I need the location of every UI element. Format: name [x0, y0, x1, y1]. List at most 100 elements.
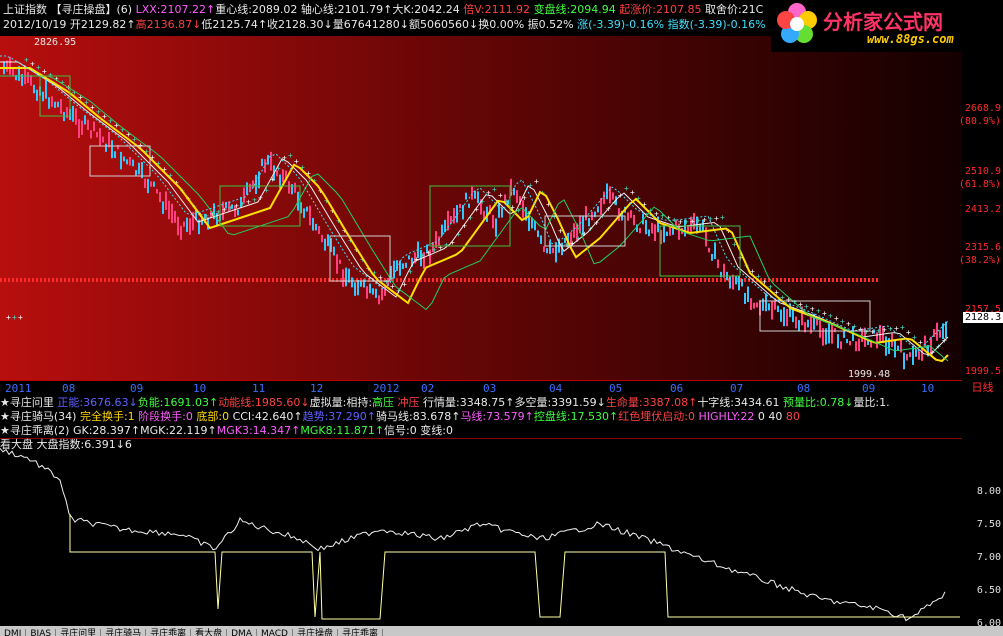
- candle: [735, 276, 737, 285]
- candle: [339, 259, 341, 264]
- indicator-tab-7[interactable]: MACD: [257, 629, 293, 636]
- header-field-8: 起涨价:2107.85: [619, 3, 705, 16]
- indicator-tab-3[interactable]: 寻庄骑马: [101, 629, 147, 636]
- price-tick-0: 2668.9: [964, 103, 1001, 114]
- price-axis: 2668.9 (80.9%) 2510.9 (61.8%) 2413.2 2315.6 (3…: [959, 36, 1003, 380]
- ohlc-field-5: 额5060560↓: [408, 18, 479, 31]
- price-chart[interactable]: + + + + + + + + + + + + + + + + + + + + + + + + + + + + + + + + + + + + + + + +…: [0, 36, 962, 380]
- candle: [246, 182, 248, 195]
- wenli-field-10: 十字线:3434.61: [697, 396, 784, 409]
- indicator-tab-6[interactable]: DMA: [227, 629, 257, 636]
- qima-field-13: 80: [785, 410, 800, 423]
- trend-marker: +: [906, 328, 911, 337]
- candle: [147, 178, 149, 194]
- ohlc-field-8: 涨(-3.39)-0.16%: [577, 18, 668, 31]
- candle: [633, 214, 635, 226]
- trend-marker: +: [534, 177, 539, 186]
- index-tick-1: 7.50: [976, 519, 1001, 530]
- candle: [786, 308, 788, 327]
- indicator-tab-4[interactable]: 寻庄乖离: [146, 629, 192, 636]
- indicator-tab-9[interactable]: 寻庄乖离: [338, 629, 383, 636]
- candle: [753, 302, 755, 309]
- candle: [516, 190, 518, 204]
- candle: [846, 338, 848, 344]
- candle: [807, 319, 809, 328]
- candle: [336, 254, 338, 274]
- logo-url: www.88gs.com: [867, 32, 954, 46]
- candle: [144, 178, 146, 189]
- candle: [744, 292, 746, 304]
- dapan-field-0: 看大盘: [0, 438, 37, 451]
- candle: [903, 352, 905, 370]
- date-label-0: 2011: [5, 382, 32, 395]
- candle: [765, 293, 767, 312]
- price-tick-2: 2413.2: [964, 204, 1001, 215]
- trend-marker: +: [816, 307, 821, 316]
- candle: [105, 143, 107, 152]
- candle: [729, 276, 731, 289]
- trend-marker: +: [624, 184, 629, 193]
- candle: [408, 255, 410, 260]
- indicator-tab-2[interactable]: 寻庄问里: [56, 629, 102, 636]
- candle: [351, 277, 353, 288]
- candle: [255, 174, 257, 194]
- candle: [135, 170, 137, 176]
- wenli-field-4: 虚拟量:相持:: [309, 396, 373, 409]
- candle: [327, 234, 329, 247]
- indicator-row-kan-dapan[interactable]: 看大盘 大盘指数:6.391↓6: [0, 438, 200, 452]
- candle: [294, 182, 296, 193]
- date-label-2: 09: [130, 382, 144, 395]
- candle: [537, 230, 539, 238]
- candle: [651, 222, 653, 234]
- indicator-tab-0[interactable]: DMI: [0, 629, 27, 636]
- candle: [789, 303, 791, 318]
- candle: [399, 260, 401, 276]
- indicator-row-xunzhuang-wenli[interactable]: ★寻庄问里 正能:3676.63↓负能:1691.03↑动能线:1985.60↓…: [0, 396, 1003, 410]
- header-field-0: 上证指数: [3, 3, 47, 16]
- candle: [60, 98, 62, 114]
- candle: [552, 247, 554, 254]
- ohlc-field-4: 量67641280↓: [332, 18, 409, 31]
- indicator-tab-1[interactable]: BIAS: [26, 629, 57, 636]
- trend-marker: +: [828, 312, 833, 321]
- date-label-5: 12: [310, 382, 324, 395]
- candle: [543, 246, 545, 252]
- qima-field-4: CCI:42.640↑: [232, 410, 303, 423]
- trend-marker: +: [24, 56, 29, 65]
- candle: [405, 262, 407, 268]
- date-label-3: 10: [193, 382, 207, 395]
- candle: [63, 111, 65, 122]
- date-label-12: 07: [730, 382, 744, 395]
- indicator-summary-line: 上证指数 【寻庄操盘】(6) LXX:2107.22↑重心线:2089.02 轴…: [3, 3, 763, 17]
- candle: [111, 140, 113, 159]
- last-price-tag: 2128.3: [963, 312, 1003, 323]
- candle: [402, 263, 404, 270]
- index-tick-0: 8.00: [976, 486, 1001, 497]
- candle: [819, 320, 821, 338]
- candle: [159, 192, 161, 203]
- header-field-4: 轴心线:2101.79↑: [297, 3, 393, 16]
- wenli-field-0: ★寻庄问里: [0, 396, 58, 409]
- trend-marker: +: [498, 191, 503, 200]
- candle: [183, 221, 185, 227]
- trend-marker: +: [30, 59, 35, 68]
- wenli-field-11: 预量比:0.78↓: [783, 396, 854, 409]
- market-index-chart[interactable]: [0, 438, 962, 627]
- indicator-tab-5[interactable]: 看大盘: [191, 629, 228, 636]
- indicator-row-xunzhuang-qima[interactable]: ★寻庄骑马(34) 完全换手:1 阶段换手:0 底部:0 CCI:42.640↑…: [0, 410, 1003, 424]
- indicator-tab-8[interactable]: 寻庄操盘: [293, 629, 338, 636]
- market-index-axis: 8.00 7.50 7.00 6.50 6.00: [962, 438, 1003, 629]
- trend-marker: +: [858, 325, 863, 334]
- indicator-row-xunzhuang-guaili[interactable]: ★寻庄乖离(2) GK:28.397↑MGK:22.119↑MGK3:14.34…: [0, 424, 1003, 438]
- candle: [12, 67, 14, 77]
- candle: [915, 349, 917, 357]
- candle: [168, 200, 170, 220]
- candle: [849, 341, 851, 346]
- candle: [858, 338, 860, 352]
- candle: [441, 224, 443, 236]
- candle: [732, 274, 734, 290]
- guaili-field-4: MGK8:11.871↑: [300, 424, 385, 437]
- period-selector[interactable]: 日线: [962, 380, 1003, 396]
- wenli-field-9: 生命量:3387.08↑: [605, 396, 698, 409]
- wenli-field-6: 冲压: [397, 396, 424, 409]
